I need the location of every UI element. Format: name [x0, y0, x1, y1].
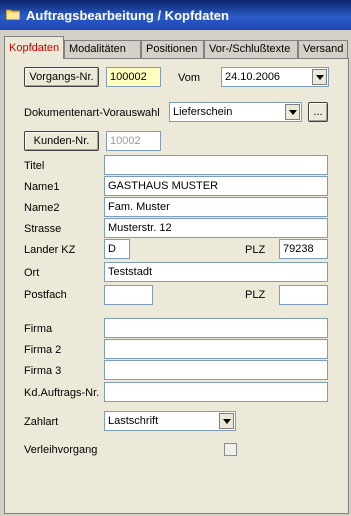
tab-positionen[interactable]: Positionen [141, 40, 204, 58]
firma2-label: Firma 2 [24, 344, 62, 356]
postfach-plz-field[interactable] [279, 285, 328, 305]
lander-kz-label: Lander KZ [24, 244, 76, 256]
dokumentenart-browse-button[interactable]: ... [308, 102, 328, 122]
kunden-nr-button[interactable]: Kunden-Nr. [24, 131, 99, 151]
titel-field[interactable] [104, 155, 328, 175]
zahlart-label: Zahlart [24, 416, 59, 428]
strasse-label: Strasse [24, 223, 62, 235]
folder-icon [6, 9, 20, 20]
vorgangs-nr-button[interactable]: Vorgangs-Nr. [24, 67, 99, 87]
ort-field[interactable]: Teststadt [104, 262, 328, 282]
title-bar[interactable]: Auftragsbearbeitung / Kopfdaten [0, 0, 351, 30]
vorgangs-nr-field[interactable]: 100002 [106, 67, 161, 87]
zahlart-value: Lastschrift [108, 415, 159, 427]
vom-date-value: 24.10.2006 [225, 71, 281, 83]
firma-label: Firma [24, 323, 53, 335]
dokumentenart-label: Dokumentenart-Vorauswahl [24, 107, 160, 119]
ort-label: Ort [24, 267, 40, 279]
kopfdaten-panel: Vorgangs-Nr. 100002 Vom 24.10.2006 Dokum… [4, 58, 349, 514]
name2-label: Name2 [24, 202, 60, 214]
kunden-nr-field[interactable]: 10002 [106, 131, 161, 151]
tab-modalitaeten[interactable]: Modalitäten [64, 40, 141, 58]
kd-auftrags-nr-label: Kd.Auftrags-Nr. [24, 387, 100, 399]
tab-strip: Kopfdaten Modalitäten Positionen Vor-/Sc… [0, 36, 351, 60]
tab-kopfdaten[interactable]: Kopfdaten [4, 36, 64, 59]
postfach-field[interactable] [104, 285, 153, 305]
application-window: Auftragsbearbeitung / Kopfdaten Kopfdate… [0, 0, 351, 516]
window-title: Auftragsbearbeitung / Kopfdaten [26, 8, 229, 23]
verleihvorgang-label: Verleihvorgang [24, 444, 98, 456]
strasse-field[interactable]: Musterstr. 12 [104, 218, 328, 238]
verleihvorgang-checkbox[interactable] [224, 443, 237, 456]
dokumentenart-select[interactable]: Lieferschein [169, 102, 302, 122]
vom-date-select[interactable]: 24.10.2006 [221, 67, 329, 87]
chevron-down-icon[interactable] [219, 413, 234, 429]
vom-label: Vom [178, 72, 201, 84]
tab-versand[interactable]: Versand [298, 40, 348, 58]
plz-field[interactable]: 79238 [279, 239, 328, 259]
titel-label: Titel [24, 160, 45, 172]
chevron-down-icon[interactable] [312, 69, 327, 85]
firma2-field[interactable] [104, 339, 328, 359]
plz-label: PLZ [245, 244, 266, 256]
lander-kz-field[interactable]: D [104, 239, 130, 259]
firma-field[interactable] [104, 318, 328, 338]
dokumentenart-value: Lieferschein [173, 106, 233, 118]
firma3-label: Firma 3 [24, 365, 62, 377]
kd-auftrags-nr-field[interactable] [104, 382, 328, 402]
name2-field[interactable]: Fam. Muster [104, 197, 328, 217]
name1-field[interactable]: GASTHAUS MUSTER [104, 176, 328, 196]
firma3-field[interactable] [104, 360, 328, 380]
name1-label: Name1 [24, 181, 60, 193]
postfach-label: Postfach [24, 289, 67, 301]
plz2-label: PLZ [245, 289, 266, 301]
zahlart-select[interactable]: Lastschrift [104, 411, 236, 431]
chevron-down-icon[interactable] [285, 104, 300, 120]
tab-vor-schlusstexte[interactable]: Vor-/Schlußtexte [204, 40, 298, 58]
